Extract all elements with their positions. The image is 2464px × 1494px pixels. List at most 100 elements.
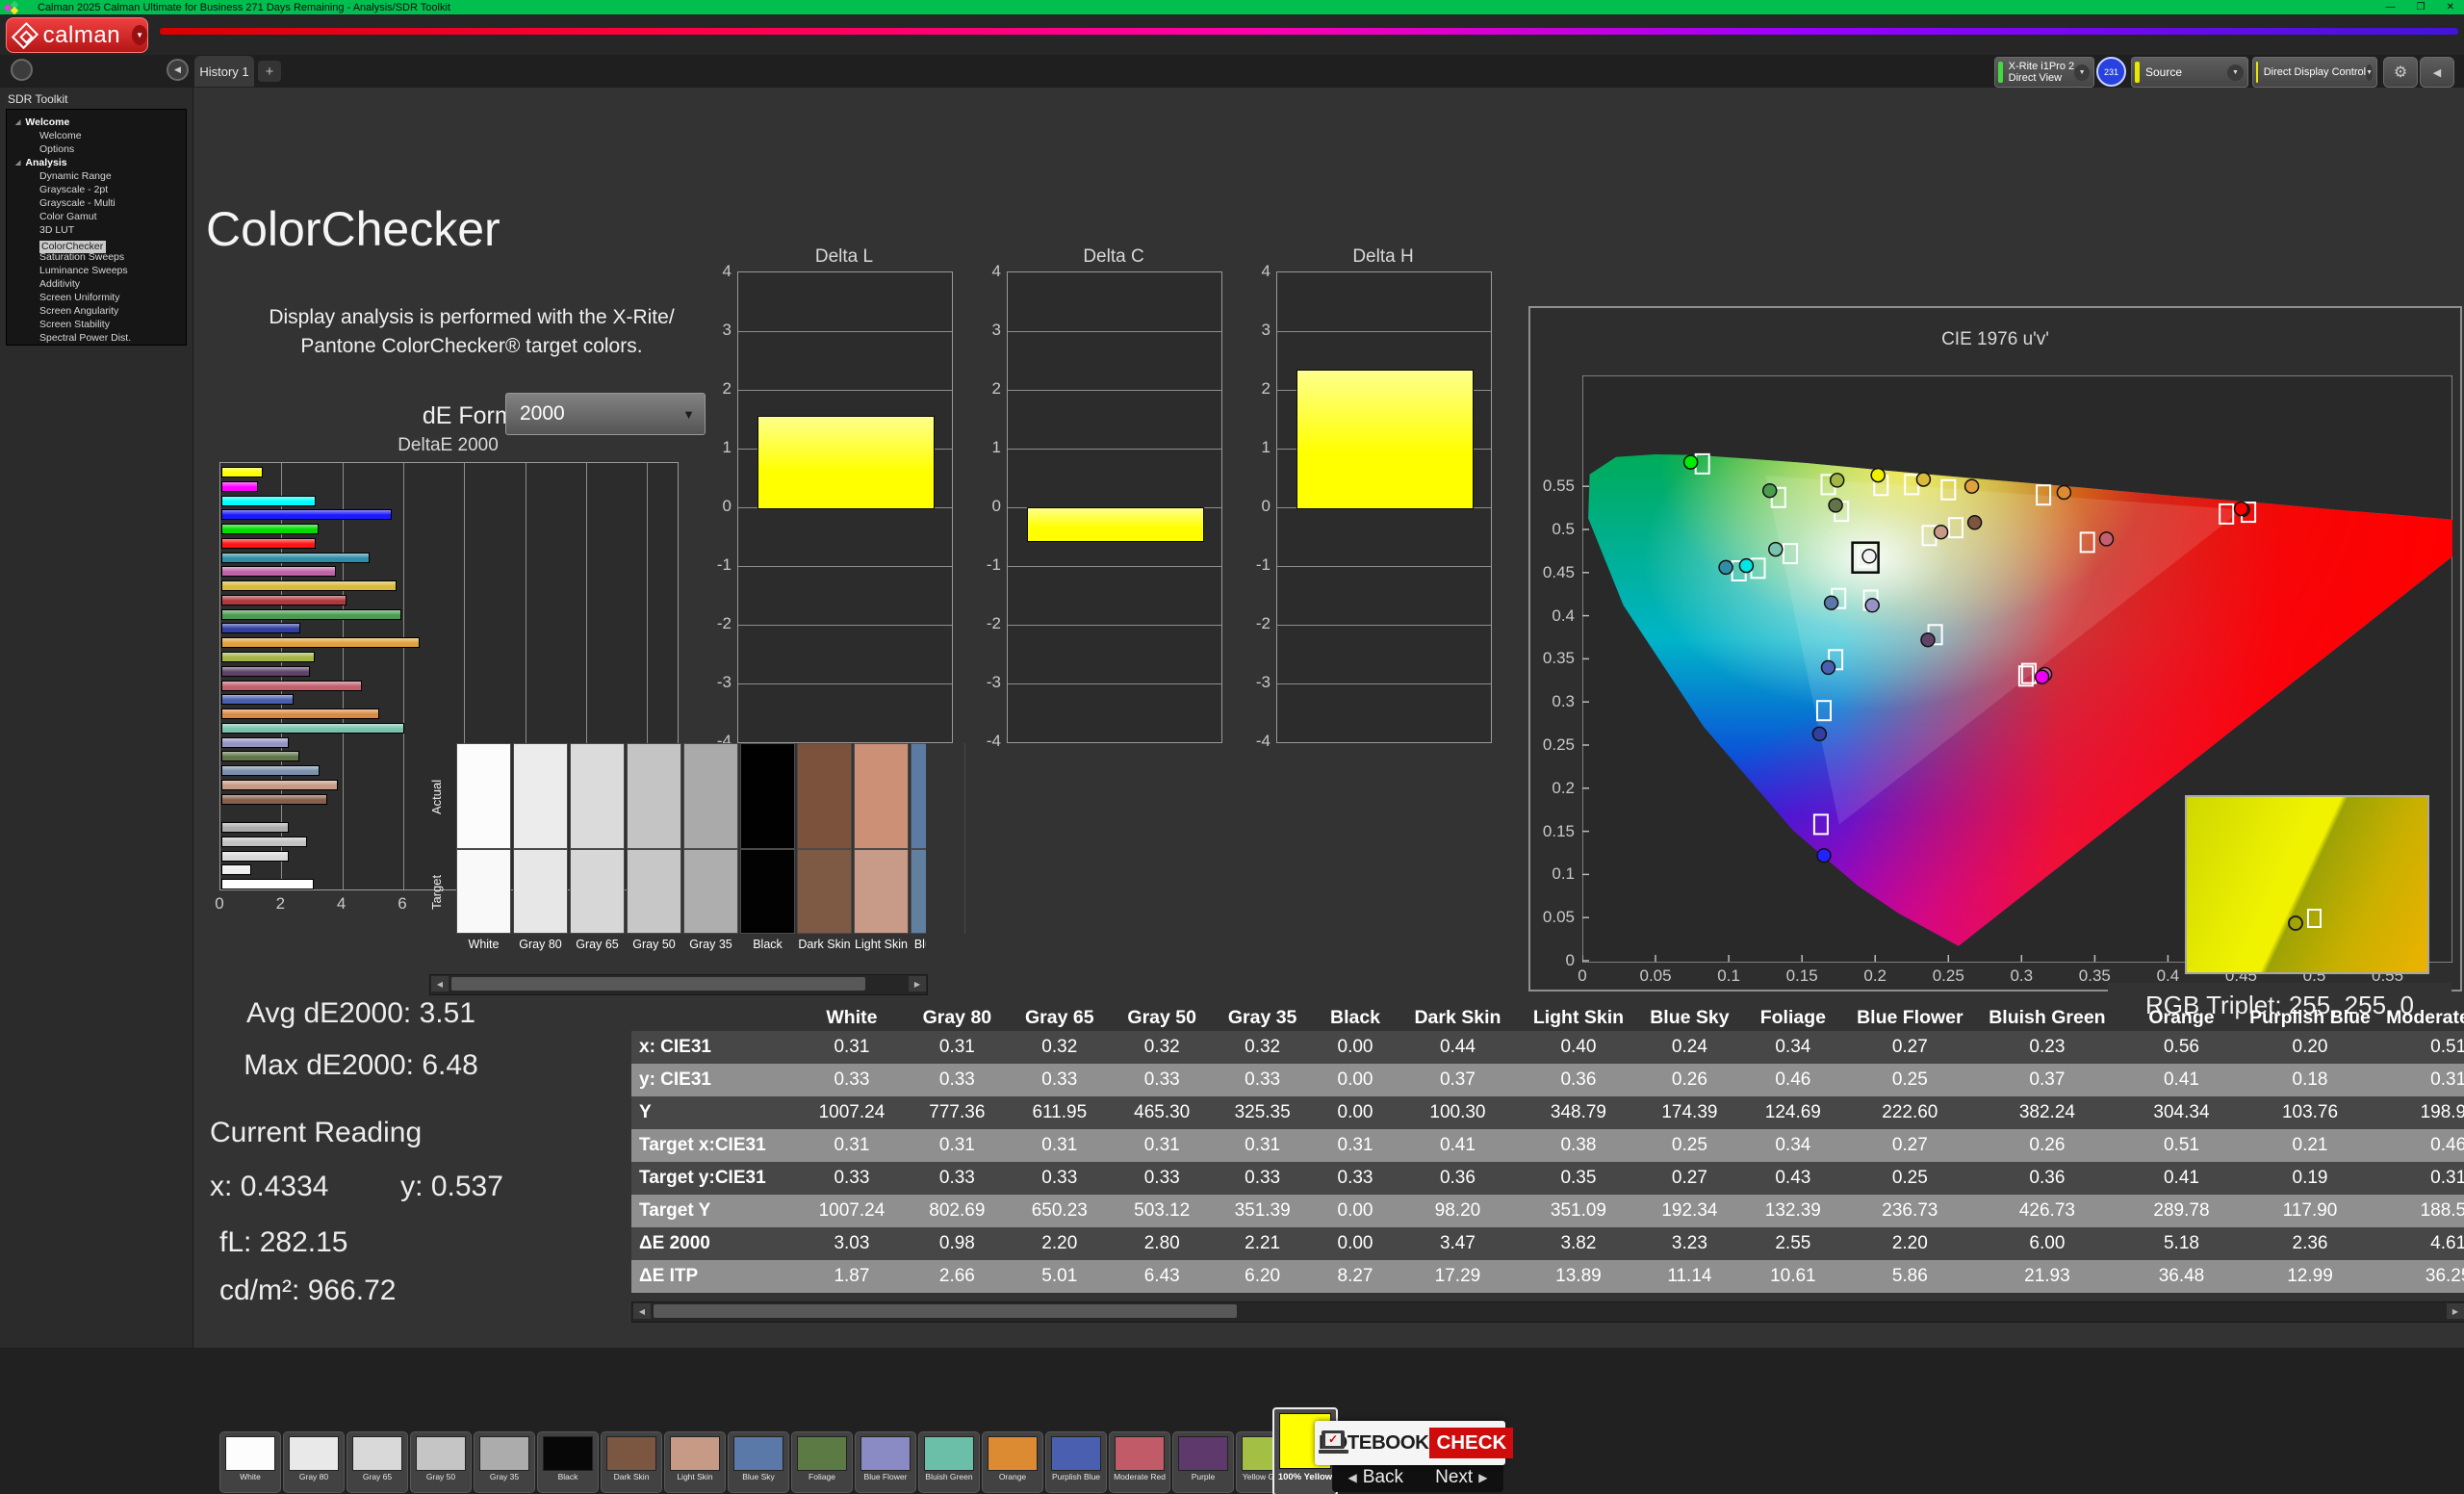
patch-label: Gray 65	[570, 938, 625, 951]
patch-chip	[606, 1436, 656, 1471]
patch-button-white[interactable]: White	[219, 1431, 281, 1493]
sidebar-item-dynamic-range[interactable]: Dynamic Range	[7, 169, 186, 183]
panel-collapse-icon[interactable]: ◀	[2420, 57, 2454, 88]
maximize-button[interactable]: ❐	[2417, 2, 2426, 13]
sidebar-item-color-gamut[interactable]: Color Gamut	[7, 210, 186, 223]
de-formula-value: 2000	[520, 402, 565, 425]
sidebar-item-welcome[interactable]: Welcome	[7, 129, 186, 142]
scroll-left-icon[interactable]: ◀	[431, 976, 449, 992]
gridline	[1008, 625, 1221, 626]
scroll-right-icon[interactable]: ▶	[909, 976, 926, 992]
sidebar-item-screen-angularity[interactable]: Screen Angularity	[7, 304, 186, 318]
sidebar-collapse-icon[interactable]: ◀	[167, 59, 189, 81]
next-button[interactable]: Next ▶	[1435, 1467, 1487, 1488]
patch-button-purple[interactable]: Purple	[1172, 1431, 1234, 1493]
close-button[interactable]: ✕	[2447, 2, 2454, 13]
deltae-bar-gray-35	[221, 822, 289, 833]
cie-y-tick-label: 0.4	[1532, 606, 1575, 626]
sidebar-item-saturation-sweeps[interactable]: Saturation Sweeps	[7, 250, 186, 264]
brand-gradient-line	[160, 28, 2458, 35]
scroll-right-icon[interactable]: ▶	[2447, 1303, 2464, 1319]
patch-chip	[860, 1436, 911, 1471]
sidebar-item-screen-uniformity[interactable]: Screen Uniformity	[7, 291, 186, 304]
display-control-dropdown[interactable]: Direct Display Control ▼	[2252, 57, 2377, 88]
tree-group-welcome[interactable]: ◢Welcome	[7, 116, 186, 129]
sidebar-item-3d-lut[interactable]: 3D LUT	[7, 223, 186, 237]
patch-column-black[interactable]: Black	[740, 743, 795, 951]
cie-x-tick-label: 0.25	[1924, 966, 1972, 986]
y-tick-label: 2	[974, 379, 1001, 399]
patch-button-bluish-green[interactable]: Bluish Green	[918, 1431, 980, 1493]
strip-scrollbar-thumb[interactable]	[451, 977, 865, 991]
patch-button-blue-sky[interactable]: Blue Sky	[728, 1431, 789, 1493]
measured-point-orange	[2057, 486, 2070, 500]
current-reading-label: Current Reading	[210, 1117, 422, 1149]
layout-toggle-icon[interactable]	[11, 59, 33, 81]
y-tick-label: 2	[705, 379, 732, 399]
minimize-button[interactable]: —	[2386, 2, 2396, 13]
sidebar-item-options[interactable]: Options	[7, 142, 186, 156]
calman-menu-button[interactable]: calman ▼	[6, 17, 148, 53]
patch-button-light-skin[interactable]: Light Skin	[664, 1431, 726, 1493]
measured-point-yellow-green	[1831, 474, 1844, 487]
patch-button-gray-65[interactable]: Gray 65	[346, 1431, 408, 1493]
expander-icon[interactable]: ◢	[15, 159, 20, 167]
meter-dropdown[interactable]: X-Rite i1Pro 2Direct View ▼	[1994, 57, 2094, 88]
scroll-left-icon[interactable]: ◀	[633, 1303, 651, 1319]
patch-column-gray-35[interactable]: Gray 35	[683, 743, 738, 951]
patch-column-gray-80[interactable]: Gray 80	[513, 743, 568, 951]
patch-chip	[988, 1436, 1038, 1471]
gear-icon[interactable]: ⚙	[2383, 57, 2418, 88]
patch-column-gray-50[interactable]: Gray 50	[627, 743, 681, 951]
measured-point-white	[1862, 550, 1876, 563]
patch-button-label: Blue Flower	[856, 1473, 915, 1481]
measured-point-light-skin	[1935, 526, 1948, 539]
tree-group-analysis[interactable]: ◢Analysis	[7, 156, 186, 169]
sidebar-item-grayscale-multi[interactable]: Grayscale - Multi	[7, 196, 186, 210]
y-tick-label: 3	[705, 321, 732, 340]
sidebar-item-spectral-power-dist-[interactable]: Spectral Power Dist.	[7, 331, 186, 345]
patch-column-dark-skin[interactable]: Dark Skin	[797, 743, 852, 951]
inset-measured-point	[2289, 916, 2302, 930]
measured-point-bluish-green	[1769, 543, 1783, 556]
patch-button-blue-flower[interactable]: Blue Flower	[855, 1431, 916, 1493]
patch-column-gray-65[interactable]: Gray 65	[570, 743, 625, 951]
patch-button-orange[interactable]: Orange	[982, 1431, 1043, 1493]
patch-button-purplish-blue[interactable]: Purplish Blue	[1045, 1431, 1107, 1493]
patch-button-gray-50[interactable]: Gray 50	[410, 1431, 472, 1493]
strip-scrollbar[interactable]: ◀▶	[429, 974, 928, 995]
measured-point-purplish-blue	[1822, 660, 1835, 674]
patch-button-black[interactable]: Black	[537, 1431, 599, 1493]
add-tab-button[interactable]: +	[258, 61, 281, 82]
de-formula-select[interactable]: 2000 ▼	[505, 393, 706, 435]
table-scrollbar[interactable]: ◀ ▶	[631, 1301, 2464, 1323]
cie-x-tick-label: 0.15	[1778, 966, 1826, 986]
y-tick-label: 1	[1244, 438, 1270, 457]
table-row-target-y: Target Y1007.24802.69650.23503.12351.390…	[631, 1195, 2464, 1227]
source-dropdown[interactable]: Source ▼	[2131, 57, 2248, 88]
tab-history-1[interactable]: History 1	[194, 56, 254, 87]
meter-count-badge[interactable]: 231	[2096, 57, 2126, 87]
sidebar-item-screen-stability[interactable]: Screen Stability	[7, 318, 186, 331]
sidebar-item-additivity[interactable]: Additivity	[7, 277, 186, 291]
patch-button-foliage[interactable]: Foliage	[791, 1431, 853, 1493]
deltae-bar-gray-80	[221, 864, 251, 875]
y-tick-label: 4	[974, 262, 1001, 281]
y-tick-label: 0	[974, 497, 1001, 516]
patch-button-gray-80[interactable]: Gray 80	[283, 1431, 345, 1493]
expander-icon[interactable]: ◢	[15, 118, 20, 126]
patch-button-dark-skin[interactable]: Dark Skin	[601, 1431, 662, 1493]
actual-swatch	[740, 743, 795, 849]
back-button[interactable]: ◀ Back	[1348, 1467, 1403, 1488]
sidebar-item-luminance-sweeps[interactable]: Luminance Sweeps	[7, 264, 186, 277]
table-scrollbar-thumb[interactable]	[654, 1304, 1237, 1318]
sidebar-item-grayscale-2pt[interactable]: Grayscale - 2pt	[7, 183, 186, 196]
patch-button-moderate-red[interactable]: Moderate Red	[1109, 1431, 1170, 1493]
patch-column-light-skin[interactable]: Light Skin	[854, 743, 909, 951]
table-row-target-y-cie31: Target y:CIE310.330.330.330.330.330.330.…	[631, 1162, 2464, 1195]
patch-button-label: Orange	[983, 1473, 1042, 1481]
patch-column-white[interactable]: White	[456, 743, 511, 951]
y-tick-label: 0	[705, 497, 732, 516]
patch-button-gray-35[interactable]: Gray 35	[474, 1431, 535, 1493]
table-row-y-cie31: y: CIE310.330.330.330.330.330.000.370.36…	[631, 1064, 2464, 1096]
